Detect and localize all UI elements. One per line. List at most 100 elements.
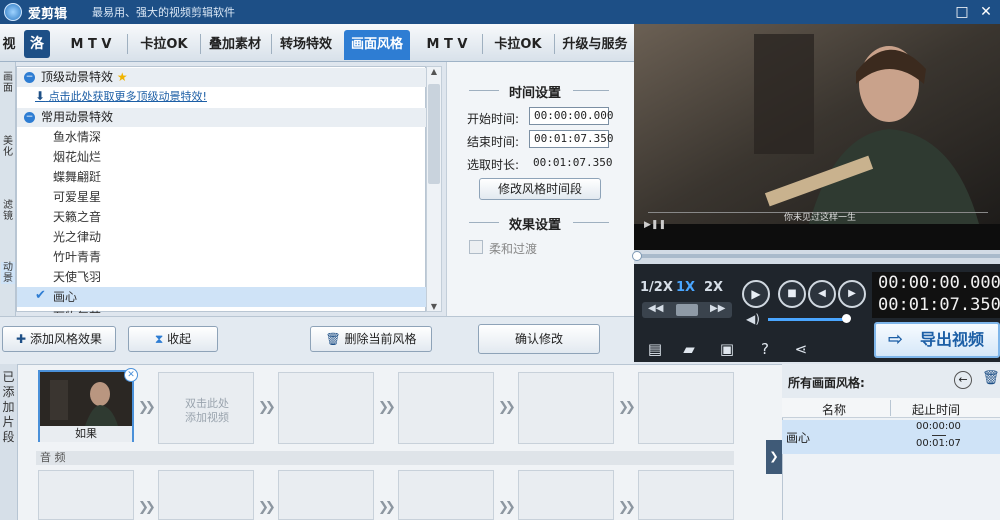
delete-style-button[interactable]: 🗑 删除当前风格 — [310, 326, 432, 352]
add-wand-icon: ✚ — [16, 332, 27, 346]
tab-mtv-2[interactable]: M T V — [416, 30, 478, 60]
tab-transition[interactable]: 转场特效 — [274, 30, 338, 60]
effect-item-selected[interactable]: ✔ 画心 — [17, 287, 427, 307]
volume-icon[interactable]: ◀) — [746, 312, 760, 326]
arrow-icon: ❯❯ — [618, 400, 636, 415]
star-icon: ★ — [116, 70, 128, 84]
help-icon[interactable]: ? — [754, 338, 776, 360]
empty-clip-slot[interactable] — [518, 372, 614, 444]
effect-item[interactable]: 鱼水情深 — [53, 127, 101, 147]
speed-slider[interactable]: ◀◀ ▶▶ — [642, 302, 732, 318]
clip-card[interactable]: 如果 ✕ — [38, 368, 138, 442]
styles-panel-title: 所有画面风格: — [788, 376, 865, 390]
arrow-icon: ❯❯ — [618, 500, 636, 515]
start-time-field[interactable]: 00:00:00.000 — [529, 107, 613, 125]
close-icon[interactable]: ✕ — [976, 2, 996, 22]
side-category-strip: 画面 美化 滤镜 动景 — [0, 62, 16, 316]
side-tab-picture[interactable]: 画面 — [1, 72, 15, 94]
tab-video[interactable]: 视 — [0, 30, 18, 60]
speed-1x[interactable]: 1X — [676, 280, 695, 295]
audio-slot[interactable] — [278, 470, 374, 520]
end-time-field[interactable]: 00:01:07.350 — [529, 130, 613, 148]
audio-slot[interactable] — [638, 470, 734, 520]
app-slogan: 最易用、强大的视频剪辑软件 — [92, 6, 235, 19]
share-icon[interactable]: ⋖ — [790, 338, 812, 360]
side-tab-motion[interactable]: 动景 — [1, 262, 15, 284]
collapse-button[interactable]: ⧗ 收起 — [128, 326, 218, 352]
tab-overlay[interactable]: 叠加素材 — [203, 30, 267, 60]
arrow-icon: ❯❯ — [378, 500, 396, 515]
effect-item[interactable]: 天使飞羽 — [53, 267, 101, 287]
add-effect-button[interactable]: ✚ 添加风格效果 — [2, 326, 116, 352]
column-time: 起止时间 — [912, 403, 961, 417]
remove-clip-icon[interactable]: ✕ — [124, 368, 138, 382]
effect-item[interactable]: 天籁之音 — [53, 207, 101, 227]
modify-time-button[interactable]: 修改风格时间段 — [479, 178, 601, 200]
tab-upgrade[interactable]: 升级与服务 — [556, 30, 634, 60]
export-video-button[interactable]: ⇨ 导出视频 — [874, 322, 1000, 358]
audio-track-label: 音 频 — [36, 451, 734, 465]
effect-item[interactable]: 光之律动 — [53, 227, 101, 247]
audio-slot[interactable] — [518, 470, 614, 520]
stop-button[interactable]: ■ — [778, 280, 806, 308]
style-row-start: 00:00:00 — [916, 421, 961, 432]
timeline-handle[interactable] — [632, 251, 642, 261]
volume-knob[interactable] — [842, 314, 851, 323]
new-project-icon[interactable]: ▤ — [644, 338, 666, 360]
back-icon[interactable]: ← — [954, 371, 972, 389]
scroll-thumb[interactable] — [428, 84, 440, 184]
arrow-icon: ❯❯ — [378, 400, 396, 415]
tab-karaoke[interactable]: 卡拉OK — [132, 30, 196, 60]
next-frame-button[interactable]: ▶ — [838, 280, 866, 308]
group-common-effects[interactable]: − 常用动景特效 — [17, 108, 427, 127]
effect-item[interactable]: 可爱星星 — [53, 187, 101, 207]
volume-slider[interactable] — [768, 318, 846, 321]
empty-clip-slot[interactable] — [398, 372, 494, 444]
arrow-icon: ❯❯ — [138, 400, 156, 415]
play-button[interactable]: ▶ — [742, 280, 770, 308]
empty-clip-slot[interactable] — [638, 372, 734, 444]
forward-icon[interactable]: ▶▶ — [710, 303, 725, 314]
audio-slot[interactable] — [38, 470, 134, 520]
save-icon[interactable]: ▣ — [716, 338, 738, 360]
open-folder-icon[interactable]: ▰ — [678, 338, 700, 360]
start-time-label: 开始时间: — [467, 112, 520, 126]
clip-name: 如果 — [40, 426, 132, 442]
video-inner-play-icon[interactable]: ▶❚❚ — [644, 220, 666, 230]
collapse-icon: − — [24, 112, 35, 123]
side-tab-beautify[interactable]: 美化 — [1, 136, 15, 158]
trash-icon[interactable]: 🗑 — [982, 370, 1000, 386]
prev-frame-button[interactable]: ◀ — [808, 280, 836, 308]
check-icon: ✔ — [35, 288, 46, 303]
audio-slot[interactable] — [398, 470, 494, 520]
effect-item[interactable]: 竹叶青青 — [53, 247, 101, 267]
expand-panel-icon[interactable]: ❯ — [766, 440, 782, 474]
soft-transition-checkbox[interactable] — [469, 240, 483, 254]
timeline-scrubber[interactable] — [632, 250, 1000, 264]
empty-clip-slot[interactable] — [278, 372, 374, 444]
export-icon: ⇨ — [888, 329, 904, 350]
group-top-effects[interactable]: − 顶级动景特效 ★ — [17, 68, 427, 87]
speed-slider-knob[interactable] — [676, 304, 698, 316]
confirm-button[interactable]: 确认修改 — [478, 324, 600, 354]
tab-bar: 视 洛 M T V 卡拉OK 叠加素材 转场特效 画面风格 M T V 卡拉OK… — [0, 24, 634, 62]
effect-item[interactable]: 蝶舞翩跹 — [53, 167, 101, 187]
effect-settings-title: 效果设置 — [509, 218, 562, 233]
maximize-icon[interactable]: □ — [952, 2, 972, 22]
rewind-icon[interactable]: ◀◀ — [648, 303, 663, 314]
scroll-down-icon[interactable]: ▼ — [427, 302, 441, 311]
tab-picture-style[interactable]: 画面风格 — [344, 30, 410, 60]
speed-2x[interactable]: 2X — [704, 280, 723, 295]
style-row-end: 00:01:07 — [916, 438, 961, 449]
style-row[interactable]: 画心 00:00:00 00:01:07 — [782, 420, 1000, 454]
more-effects-link[interactable]: ⬇ 点击此处获取更多顶级动景特效! — [35, 88, 207, 104]
effect-item[interactable]: 万物复苏 — [53, 307, 101, 313]
scroll-up-icon[interactable]: ▲ — [427, 67, 441, 76]
tab-karaoke-2[interactable]: 卡拉OK — [486, 30, 550, 60]
effect-item[interactable]: 烟花灿烂 — [53, 147, 101, 167]
speed-half[interactable]: 1/2X — [640, 280, 673, 295]
audio-slot[interactable] — [158, 470, 254, 520]
tab-mtv[interactable]: M T V — [60, 30, 122, 60]
empty-clip-slot[interactable]: 双击此处 添加视频 — [158, 372, 254, 444]
side-tab-filter[interactable]: 滤镜 — [1, 200, 15, 222]
